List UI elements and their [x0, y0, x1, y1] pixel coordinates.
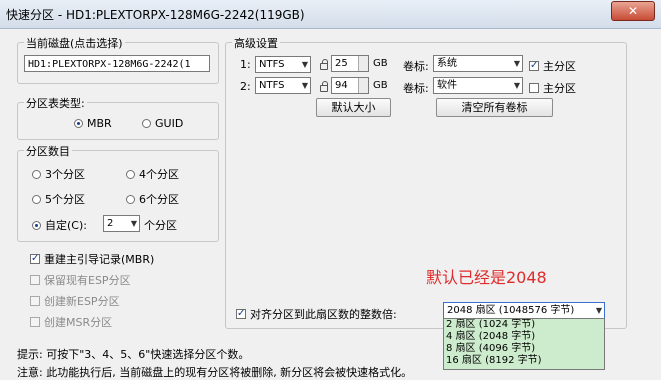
- checkbox-box: [30, 296, 40, 306]
- partition-2-label-caption: 卷标:: [403, 82, 429, 95]
- partition-1-size-value: 25: [335, 58, 348, 69]
- spinner-arrows-icon[interactable]: [358, 78, 368, 93]
- radio-5-partitions[interactable]: 5个分区: [32, 191, 85, 207]
- keep-esp-label: 保留现有ESP分区: [44, 274, 131, 287]
- partition-count-title: 分区数目: [24, 143, 72, 159]
- partition-1-index: 1:: [240, 58, 251, 71]
- custom-partition-count-select[interactable]: 2 ▼: [103, 215, 140, 232]
- partition-table-title: 分区表类型:: [24, 95, 87, 111]
- partition-2-label-value: 软件: [437, 80, 457, 91]
- close-icon: ✕: [627, 4, 639, 18]
- window-title: 快速分区 - HD1:PLEXTORPX-128M6G-2242(119GB): [6, 8, 305, 22]
- partition-2-size-input[interactable]: 94: [331, 77, 369, 94]
- create-msr-checkbox[interactable]: 创建MSR分区: [30, 314, 112, 330]
- align-sector-select[interactable]: 2048 扇区 (1048576 字节) ▼: [443, 302, 605, 319]
- align-partition-label: 对齐分区到此扇区数的整数倍:: [250, 308, 397, 321]
- radio-dot: [142, 119, 151, 128]
- custom-count-value: 2: [107, 218, 114, 229]
- radio-guid[interactable]: GUID: [142, 117, 183, 130]
- create-msr-label: 创建MSR分区: [44, 316, 113, 329]
- radio-dot: [74, 119, 83, 128]
- partition-2-index: 2:: [240, 80, 251, 93]
- radio-dot: [126, 194, 135, 204]
- partition-1-label-select[interactable]: 系统 ▼: [433, 55, 523, 72]
- radio-guid-label: GUID: [155, 117, 184, 130]
- partition-2-size-value: 94: [335, 80, 348, 91]
- partition-1-fs-value: NTFS: [259, 59, 285, 70]
- radio-3-label: 3个分区: [45, 168, 85, 181]
- partition-1-size-input[interactable]: 25: [331, 55, 369, 72]
- checkbox-box: [30, 317, 40, 327]
- keep-esp-checkbox[interactable]: 保留现有ESP分区: [30, 272, 131, 288]
- partition-2-primary-label: 主分区: [543, 82, 576, 95]
- lock-icon[interactable]: [320, 59, 328, 70]
- dropdown-option[interactable]: 16 扇区 (8192 字节): [444, 355, 604, 367]
- partition-1-unit: GB: [373, 58, 388, 69]
- partition-2-fs-value: NTFS: [259, 80, 285, 91]
- radio-6-partitions[interactable]: 6个分区: [126, 191, 179, 207]
- rebuild-mbr-checkbox[interactable]: ✓ 重建主引导记录(MBR): [30, 251, 154, 267]
- close-button[interactable]: ✕: [611, 1, 655, 21]
- radio-dot: [32, 194, 41, 204]
- radio-dot: [32, 220, 41, 230]
- clear-labels-button[interactable]: 清空所有卷标: [436, 98, 553, 117]
- check-icon: ✓: [529, 60, 539, 71]
- radio-5-label: 5个分区: [45, 193, 85, 206]
- tip-text: 提示: 可按下"3、4、5、6"快速选择分区个数。: [17, 348, 250, 361]
- chevron-down-icon: ▼: [301, 81, 308, 90]
- partition-1-label-caption: 卷标:: [403, 60, 429, 73]
- partition-2-primary-checkbox[interactable]: 主分区: [529, 80, 576, 96]
- radio-mbr[interactable]: MBR: [74, 117, 112, 130]
- check-icon: ✓: [236, 308, 246, 319]
- radio-custom-label: 自定(C):: [45, 219, 87, 232]
- partition-1-label-value: 系统: [437, 58, 457, 69]
- radio-dot: [32, 169, 41, 179]
- partition-2-fs-select[interactable]: NTFS ▼: [255, 77, 311, 94]
- checkbox-box: [529, 83, 539, 93]
- chevron-down-icon: ▼: [130, 219, 137, 228]
- partition-1-fs-select[interactable]: NTFS ▼: [255, 56, 311, 73]
- lock-icon[interactable]: [320, 81, 328, 92]
- align-sector-value: 2048 扇区 (1048576 字节): [447, 305, 575, 316]
- checkbox-box: [30, 275, 40, 285]
- chevron-down-icon: ▼: [595, 306, 602, 315]
- radio-4-label: 4个分区: [139, 168, 179, 181]
- dropdown-option[interactable]: 8 扇区 (4096 字节): [444, 343, 604, 355]
- align-sector-dropdown-list: 2 扇区 (1024 字节) 4 扇区 (2048 字节) 8 扇区 (4096…: [443, 318, 605, 370]
- current-disk-selector[interactable]: HD1:PLEXTORPX-128M6G-2242(1: [24, 55, 210, 72]
- dropdown-option[interactable]: 2 扇区 (1024 字节): [444, 319, 604, 331]
- warning-text: 注意: 此功能执行后, 当前磁盘上的现有分区将被删除, 新分区将会被快速格式化。: [17, 366, 413, 379]
- partition-1-primary-label: 主分区: [543, 60, 576, 73]
- radio-custom-partitions[interactable]: 自定(C):: [32, 217, 87, 233]
- chevron-down-icon: ▼: [301, 60, 308, 69]
- create-esp-checkbox[interactable]: 创建新ESP分区: [30, 293, 120, 309]
- chevron-down-icon: ▼: [513, 81, 520, 90]
- partition-2-unit: GB: [373, 80, 388, 91]
- radio-3-partitions[interactable]: 3个分区: [32, 166, 85, 182]
- custom-count-suffix: 个分区: [144, 219, 177, 232]
- annotation-text: 默认已经是2048: [426, 268, 547, 287]
- radio-4-partitions[interactable]: 4个分区: [126, 166, 179, 182]
- partition-2-label-select[interactable]: 软件 ▼: [433, 77, 523, 94]
- partition-1-primary-checkbox[interactable]: ✓ 主分区: [529, 58, 576, 74]
- create-esp-label: 创建新ESP分区: [44, 295, 120, 308]
- disk-group-title: 当前磁盘(点击选择): [24, 35, 125, 51]
- radio-6-label: 6个分区: [139, 193, 179, 206]
- radio-mbr-label: MBR: [87, 117, 112, 130]
- rebuild-mbr-label: 重建主引导记录(MBR): [44, 253, 155, 266]
- check-icon: ✓: [30, 253, 40, 264]
- title-bar: 快速分区 - HD1:PLEXTORPX-128M6G-2242(119GB) …: [0, 0, 661, 29]
- align-partition-checkbox[interactable]: ✓ 对齐分区到此扇区数的整数倍:: [236, 306, 397, 322]
- dropdown-option[interactable]: 4 扇区 (2048 字节): [444, 331, 604, 343]
- chevron-down-icon: ▼: [513, 59, 520, 68]
- spinner-arrows-icon[interactable]: [358, 56, 368, 71]
- advanced-group-title: 高级设置: [232, 35, 280, 51]
- default-size-button[interactable]: 默认大小: [316, 98, 391, 117]
- radio-dot: [126, 169, 135, 179]
